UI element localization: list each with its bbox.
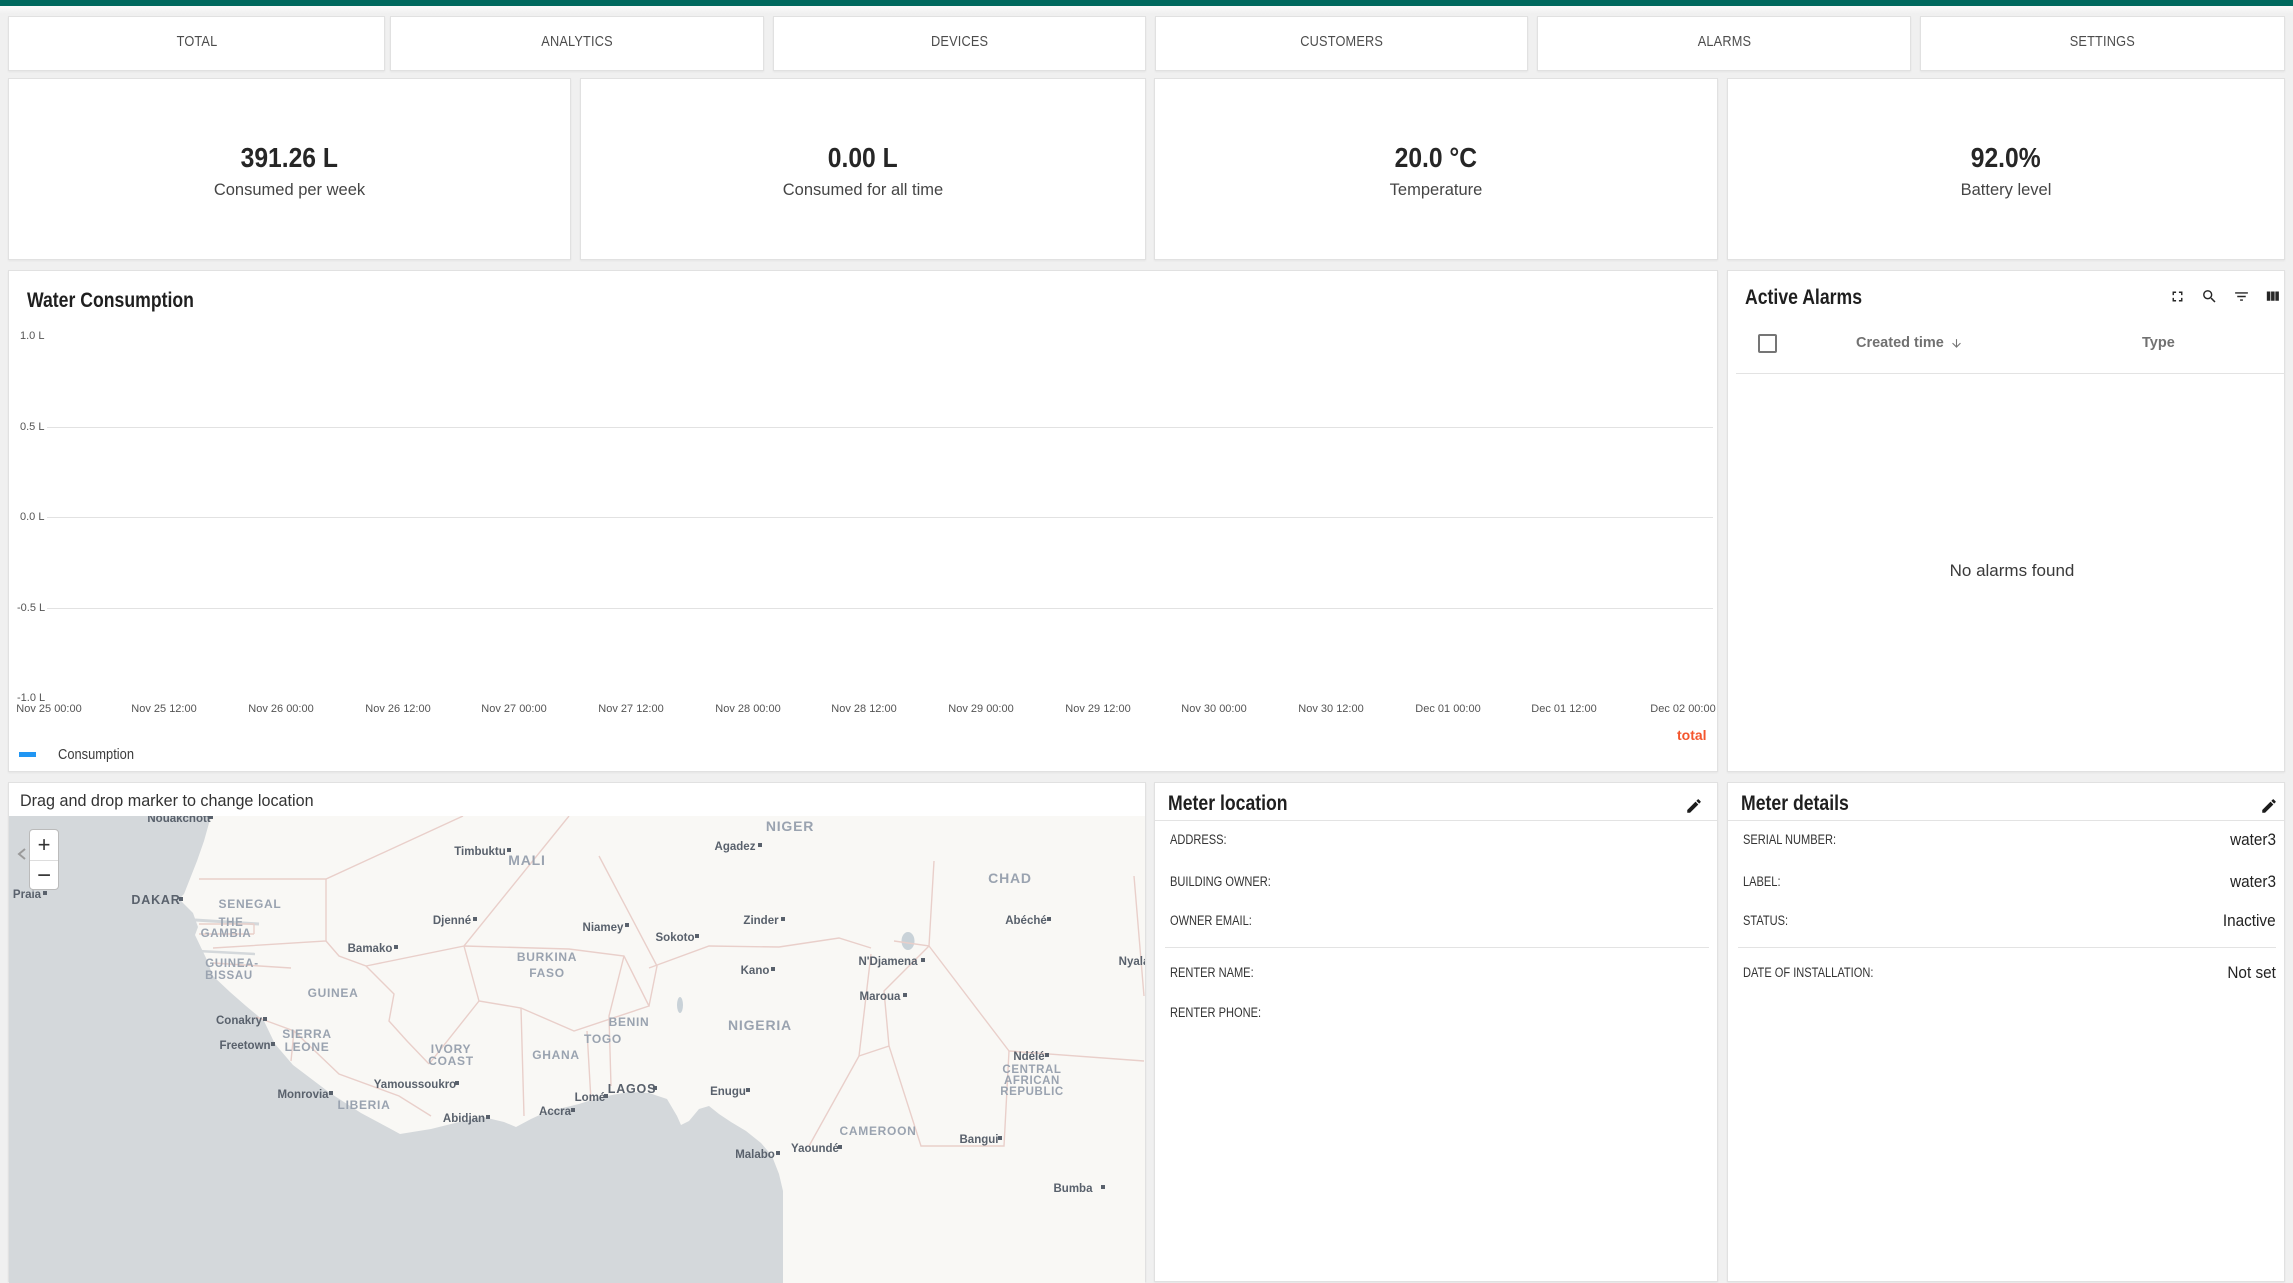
svg-text:BISSAU: BISSAU: [205, 970, 253, 982]
svg-text:Timbuktu: Timbuktu: [454, 846, 506, 858]
svg-text:Yaoundé: Yaoundé: [791, 1143, 839, 1155]
svg-text:Bumba: Bumba: [1054, 1183, 1094, 1195]
svg-text:LEONE: LEONE: [285, 1040, 330, 1054]
svg-text:Praia: Praia: [13, 889, 42, 901]
svg-text:Bamako: Bamako: [348, 943, 393, 955]
svg-text:LAGOS: LAGOS: [608, 1082, 656, 1096]
svg-text:REPUBLIC: REPUBLIC: [1000, 1086, 1064, 1098]
svg-text:Sokoto: Sokoto: [656, 932, 695, 944]
svg-text:Abidjan: Abidjan: [443, 1113, 485, 1125]
svg-text:DAKAR: DAKAR: [131, 893, 180, 907]
svg-text:Nouakchott: Nouakchott: [147, 816, 210, 825]
svg-text:GHANA: GHANA: [532, 1048, 580, 1062]
svg-text:Conakry: Conakry: [216, 1015, 263, 1027]
svg-text:Bangui: Bangui: [960, 1134, 999, 1146]
svg-text:Agadez: Agadez: [715, 841, 756, 853]
svg-text:COAST: COAST: [428, 1054, 474, 1068]
svg-text:Monrovia: Monrovia: [277, 1089, 329, 1101]
svg-text:Abéché: Abéché: [1005, 915, 1047, 927]
svg-text:TOGO: TOGO: [584, 1032, 622, 1046]
svg-text:Ndélé: Ndélé: [1013, 1051, 1044, 1063]
svg-text:Malabo: Malabo: [735, 1149, 775, 1161]
svg-text:Accra: Accra: [539, 1106, 572, 1118]
svg-text:NIGERIA: NIGERIA: [728, 1017, 792, 1033]
svg-text:NIGER: NIGER: [766, 818, 814, 834]
svg-text:GUINEA: GUINEA: [308, 986, 359, 1000]
svg-text:N'Djamena: N'Djamena: [859, 956, 919, 968]
svg-text:BURKINA: BURKINA: [517, 950, 577, 964]
svg-text:Djenné: Djenné: [433, 915, 471, 927]
svg-text:BENIN: BENIN: [609, 1015, 650, 1029]
svg-text:Lomé: Lomé: [575, 1092, 606, 1104]
svg-text:SENEGAL: SENEGAL: [219, 897, 282, 911]
svg-text:Zinder: Zinder: [743, 915, 779, 927]
svg-text:Nyala: Nyala: [1119, 956, 1145, 968]
svg-text:GAMBIA: GAMBIA: [201, 928, 252, 940]
svg-text:FASO: FASO: [529, 966, 564, 980]
svg-text:CHAD: CHAD: [988, 870, 1032, 886]
svg-text:SIERRA: SIERRA: [282, 1027, 332, 1041]
svg-text:Maroua: Maroua: [860, 991, 902, 1003]
svg-text:Niamey: Niamey: [583, 922, 625, 934]
svg-text:CAMEROON: CAMEROON: [840, 1124, 917, 1138]
svg-text:Kano: Kano: [741, 965, 770, 977]
svg-text:GUINEA-: GUINEA-: [205, 958, 258, 970]
svg-text:Freetown: Freetown: [219, 1040, 270, 1052]
svg-text:LIBERIA: LIBERIA: [338, 1098, 391, 1112]
svg-text:Enugu: Enugu: [710, 1086, 746, 1098]
svg-text:Yamoussoukro: Yamoussoukro: [374, 1079, 456, 1091]
svg-text:MALI: MALI: [508, 852, 545, 868]
